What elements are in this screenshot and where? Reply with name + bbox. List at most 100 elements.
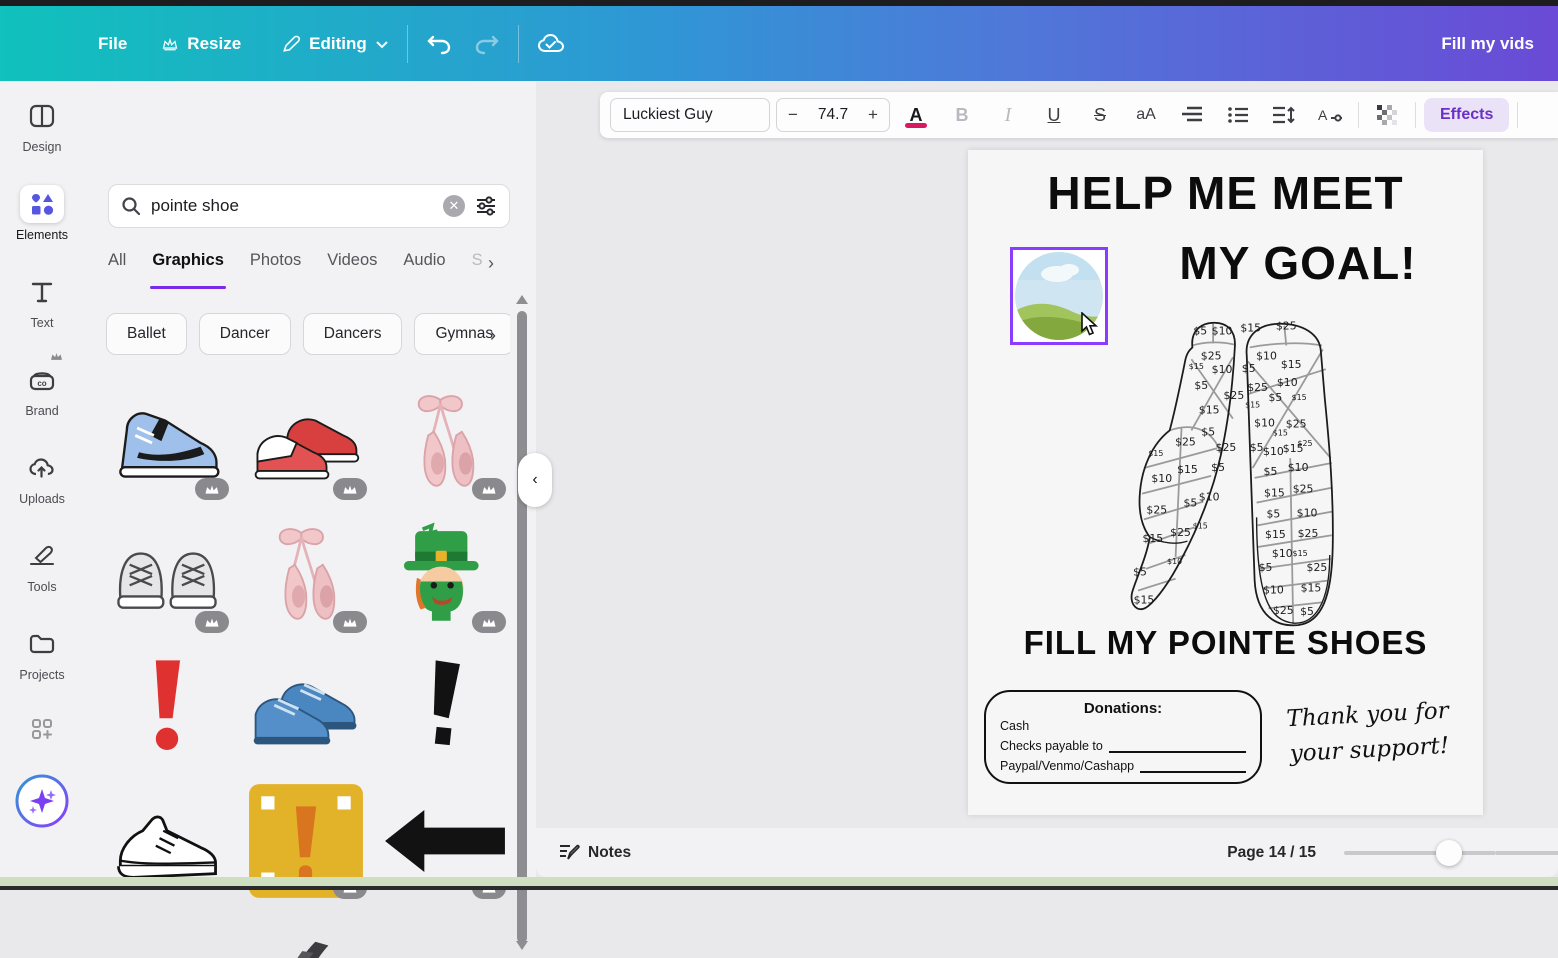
- svg-text:$15: $15: [1281, 358, 1302, 371]
- svg-text:$10: $10: [1212, 363, 1233, 376]
- notes-button[interactable]: Notes: [558, 843, 631, 863]
- canvas-footer-bar: Notes Page 14 / 15: [536, 828, 1558, 877]
- text-case-button[interactable]: aA: [1126, 97, 1166, 133]
- search-bar[interactable]: ✕: [108, 184, 510, 228]
- svg-text:$25: $25: [1175, 435, 1196, 448]
- cloud-save-status-icon[interactable]: [537, 33, 565, 55]
- chip-dancers[interactable]: Dancers: [303, 313, 403, 355]
- sidebar-item-apps[interactable]: [0, 697, 84, 761]
- result-pointe-shoes-ribbon[interactable]: [377, 375, 512, 508]
- poster-subtitle[interactable]: FILL MY POINTE SHOES: [968, 624, 1483, 662]
- magic-assistant-button[interactable]: [0, 761, 84, 841]
- tab-graphics[interactable]: Graphics: [152, 251, 224, 289]
- redo-button[interactable]: [474, 33, 500, 55]
- zoom-slider[interactable]: [1344, 851, 1496, 855]
- font-family-value: Luckiest Guy: [623, 106, 713, 124]
- donation-option-checks: Checks payable to: [1000, 739, 1103, 753]
- panel-collapse-handle[interactable]: ‹: [518, 453, 552, 507]
- text-color-swatch: [905, 123, 927, 128]
- transparency-button[interactable]: [1367, 97, 1407, 133]
- font-family-selector[interactable]: Luckiest Guy: [610, 98, 770, 132]
- filter-sliders-icon[interactable]: [475, 196, 497, 216]
- poster-title-line1[interactable]: HELP ME MEET: [968, 166, 1483, 220]
- uploads-cloud-icon: [20, 449, 64, 487]
- sidebar-item-text[interactable]: Text: [0, 257, 84, 345]
- chips-overflow-chevron-icon[interactable]: ›: [490, 325, 496, 346]
- resize-menu[interactable]: Resize: [161, 34, 241, 54]
- result-sneakers-gray-pair[interactable]: [100, 508, 235, 641]
- sidebar-item-projects[interactable]: Projects: [0, 609, 84, 697]
- tabs-overflow-chevron-icon[interactable]: ›: [488, 253, 494, 274]
- result-sneakers-blue-pair[interactable]: [239, 641, 374, 774]
- result-sneaker-blue-hightop[interactable]: [100, 375, 235, 508]
- bold-button[interactable]: B: [942, 97, 982, 133]
- scroll-down-arrow-icon[interactable]: [516, 941, 528, 950]
- search-input[interactable]: [151, 196, 433, 216]
- text-color-button[interactable]: A: [896, 97, 936, 133]
- tab-audio[interactable]: Audio: [403, 251, 445, 289]
- sidebar-item-brand[interactable]: co Brand: [0, 345, 84, 433]
- brand-icon: co: [20, 361, 64, 399]
- scroll-up-arrow-icon[interactable]: [516, 295, 528, 304]
- result-goose-sunglasses[interactable]: [377, 907, 512, 958]
- zoom-slider-handle[interactable]: [1436, 840, 1462, 866]
- underline-button[interactable]: U: [1034, 97, 1074, 133]
- result-leprechaun[interactable]: [377, 508, 512, 641]
- sidebar-label: Brand: [25, 404, 58, 418]
- font-size-increase-button[interactable]: +: [857, 105, 889, 125]
- font-size-control: − 74.7 +: [776, 98, 890, 132]
- toolbar-divider: [1358, 102, 1359, 128]
- undo-button[interactable]: [426, 33, 452, 55]
- chip-dancer[interactable]: Dancer: [199, 313, 291, 355]
- svg-text:$15: $15: [1273, 428, 1288, 437]
- svg-text:$10: $10: [1256, 349, 1277, 362]
- tab-photos[interactable]: Photos: [250, 251, 301, 289]
- panel-scrollbar[interactable]: [517, 311, 527, 943]
- fill-my-vids-label[interactable]: Fill my vids: [1441, 34, 1534, 54]
- design-page[interactable]: HELP ME MEET MY GOAL!: [968, 150, 1483, 815]
- font-size-value[interactable]: 74.7: [809, 106, 857, 124]
- svg-text:$10: $10: [1199, 491, 1220, 504]
- donations-box[interactable]: Donations: Cash Checks payable to Paypal…: [984, 690, 1262, 784]
- design-icon: [20, 97, 64, 135]
- clear-search-icon[interactable]: ✕: [443, 195, 465, 217]
- chip-ballet[interactable]: Ballet: [106, 313, 187, 355]
- sidebar-label: Projects: [19, 668, 64, 682]
- line-spacing-button[interactable]: [1264, 97, 1304, 133]
- pro-crown-badge: [333, 611, 367, 633]
- result-round-glasses[interactable]: [100, 907, 235, 958]
- pointe-shoes-fundraiser-graphic[interactable]: $5$10$25$15$10$5$25$15$5$25$25$15$15$5$1…: [1096, 300, 1354, 636]
- effects-button[interactable]: Effects: [1424, 98, 1509, 132]
- italic-button[interactable]: I: [988, 97, 1028, 133]
- editing-mode-menu[interactable]: Editing: [281, 34, 389, 54]
- sidebar-item-elements[interactable]: Elements: [0, 169, 84, 257]
- file-menu[interactable]: File: [98, 34, 127, 54]
- result-exclamation-red[interactable]: [100, 641, 235, 774]
- bullet-list-button[interactable]: [1218, 97, 1258, 133]
- thank-you-script-text[interactable]: Thank you for your support!: [1274, 693, 1462, 772]
- result-dark-wing[interactable]: [239, 907, 374, 958]
- strikethrough-button[interactable]: S: [1080, 97, 1120, 133]
- toolbar-divider: [1415, 102, 1416, 128]
- menu-icon[interactable]: [26, 33, 54, 54]
- notes-icon: [558, 843, 580, 863]
- alignment-button[interactable]: [1172, 97, 1212, 133]
- sidebar-item-uploads[interactable]: Uploads: [0, 433, 84, 521]
- sidebar-item-design[interactable]: Design: [0, 81, 84, 169]
- tab-videos[interactable]: Videos: [327, 251, 377, 289]
- tab-shapes-truncated[interactable]: S: [472, 251, 483, 289]
- result-sneakers-red-pair[interactable]: [239, 375, 374, 508]
- tab-all[interactable]: All: [108, 251, 126, 289]
- svg-text:$15: $15: [1265, 528, 1286, 541]
- result-pointe-shoes-hanging[interactable]: [239, 508, 374, 641]
- sidebar-item-tools[interactable]: Tools: [0, 521, 84, 609]
- result-exclamation-black[interactable]: [377, 641, 512, 774]
- svg-text:A: A: [1318, 107, 1328, 123]
- svg-text:$15: $15: [1283, 442, 1304, 455]
- page-indicator[interactable]: Page 14 / 15: [1227, 844, 1316, 862]
- poster-title-line2[interactable]: MY GOAL!: [1133, 236, 1463, 290]
- sidebar-rail: Design Elements Text: [0, 81, 84, 877]
- font-size-decrease-button[interactable]: −: [777, 105, 809, 125]
- letter-spacing-button[interactable]: A: [1310, 97, 1350, 133]
- suggestion-chips: Ballet Dancer Dancers Gymnas: [106, 313, 510, 355]
